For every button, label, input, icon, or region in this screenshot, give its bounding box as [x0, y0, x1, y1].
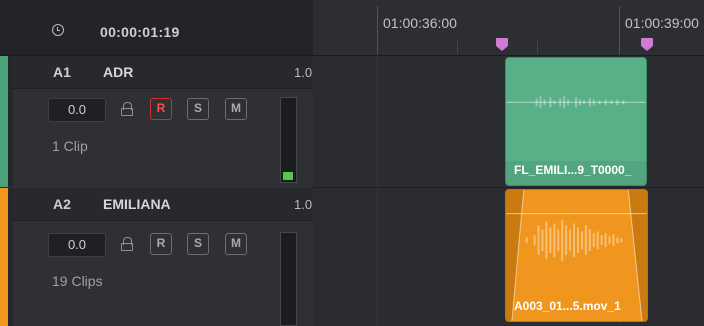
record-arm-button[interactable]: R [150, 98, 172, 120]
track-title-bar[interactable]: A1 ADR 1.0 [13, 56, 313, 89]
timeline-marker[interactable] [496, 38, 508, 51]
clip-name: A003_01...5.mov_1 [514, 299, 621, 313]
solo-button[interactable]: S [187, 98, 209, 120]
mute-button[interactable]: M [225, 98, 247, 120]
fairlight-timeline: 00:00:01:19 A1 ADR 1.0 0.0 R S M 1 Clip [0, 0, 704, 326]
audio-clip[interactable]: A003_01...5.mov_1 [505, 189, 648, 322]
timeline-gridline [377, 55, 378, 326]
track-volume-field[interactable]: 0.0 [48, 233, 106, 257]
lock-icon[interactable] [120, 102, 134, 116]
timecode-display[interactable]: 00:00:01:19 [100, 24, 180, 40]
track-a2-header: A2 EMILIANA 1.0 0.0 R S M 19 Clips [0, 188, 313, 326]
track-id: A1 [53, 64, 71, 80]
track-name[interactable]: ADR [103, 64, 133, 80]
ruler-tick [537, 40, 538, 54]
clip-name: FL_EMILI...9_T0000_ [514, 163, 632, 177]
ruler-tick [457, 40, 458, 54]
track-title-bar[interactable]: A2 EMILIANA 1.0 [13, 188, 313, 221]
track-name[interactable]: EMILIANA [103, 196, 171, 212]
timeline-marker[interactable] [641, 38, 653, 51]
track-level: 1.0 [294, 65, 313, 80]
track-level: 1.0 [294, 197, 313, 212]
track-lane-separator [313, 187, 704, 188]
ruler-tick [619, 6, 620, 54]
track-volume-field[interactable]: 0.0 [48, 98, 106, 122]
mute-button[interactable]: M [225, 233, 247, 255]
clip-count: 19 Clips [52, 273, 103, 289]
audio-level-meter [280, 232, 297, 326]
timecode-header: 00:00:01:19 [0, 0, 313, 56]
clip-count: 1 Clip [52, 138, 88, 154]
ruler-tick [377, 6, 378, 54]
lock-icon[interactable] [120, 237, 134, 251]
ruler-timecode-label: 01:00:36:00 [383, 15, 457, 31]
ruler-timecode-label: 01:00:39:00 [625, 15, 699, 31]
solo-button[interactable]: S [187, 233, 209, 255]
timeline-area[interactable]: 01:00:36:00 01:00:39:00 FL_EMILI...9_T00… [313, 0, 704, 326]
timeline-ruler[interactable]: 01:00:36:00 01:00:39:00 [313, 0, 704, 56]
audio-clip[interactable]: FL_EMILI...9_T0000_ [505, 57, 647, 186]
track-a1-header: A1 ADR 1.0 0.0 R S M 1 Clip [0, 56, 313, 187]
meter-level-bar [283, 172, 293, 180]
record-arm-button[interactable]: R [150, 233, 172, 255]
track-color-stripe [0, 56, 8, 187]
track-header-panel: 00:00:01:19 A1 ADR 1.0 0.0 R S M 1 Clip [0, 0, 313, 326]
audio-level-meter [280, 97, 297, 183]
track-id: A2 [53, 196, 71, 212]
clock-icon [52, 24, 64, 36]
track-color-stripe [0, 188, 8, 326]
